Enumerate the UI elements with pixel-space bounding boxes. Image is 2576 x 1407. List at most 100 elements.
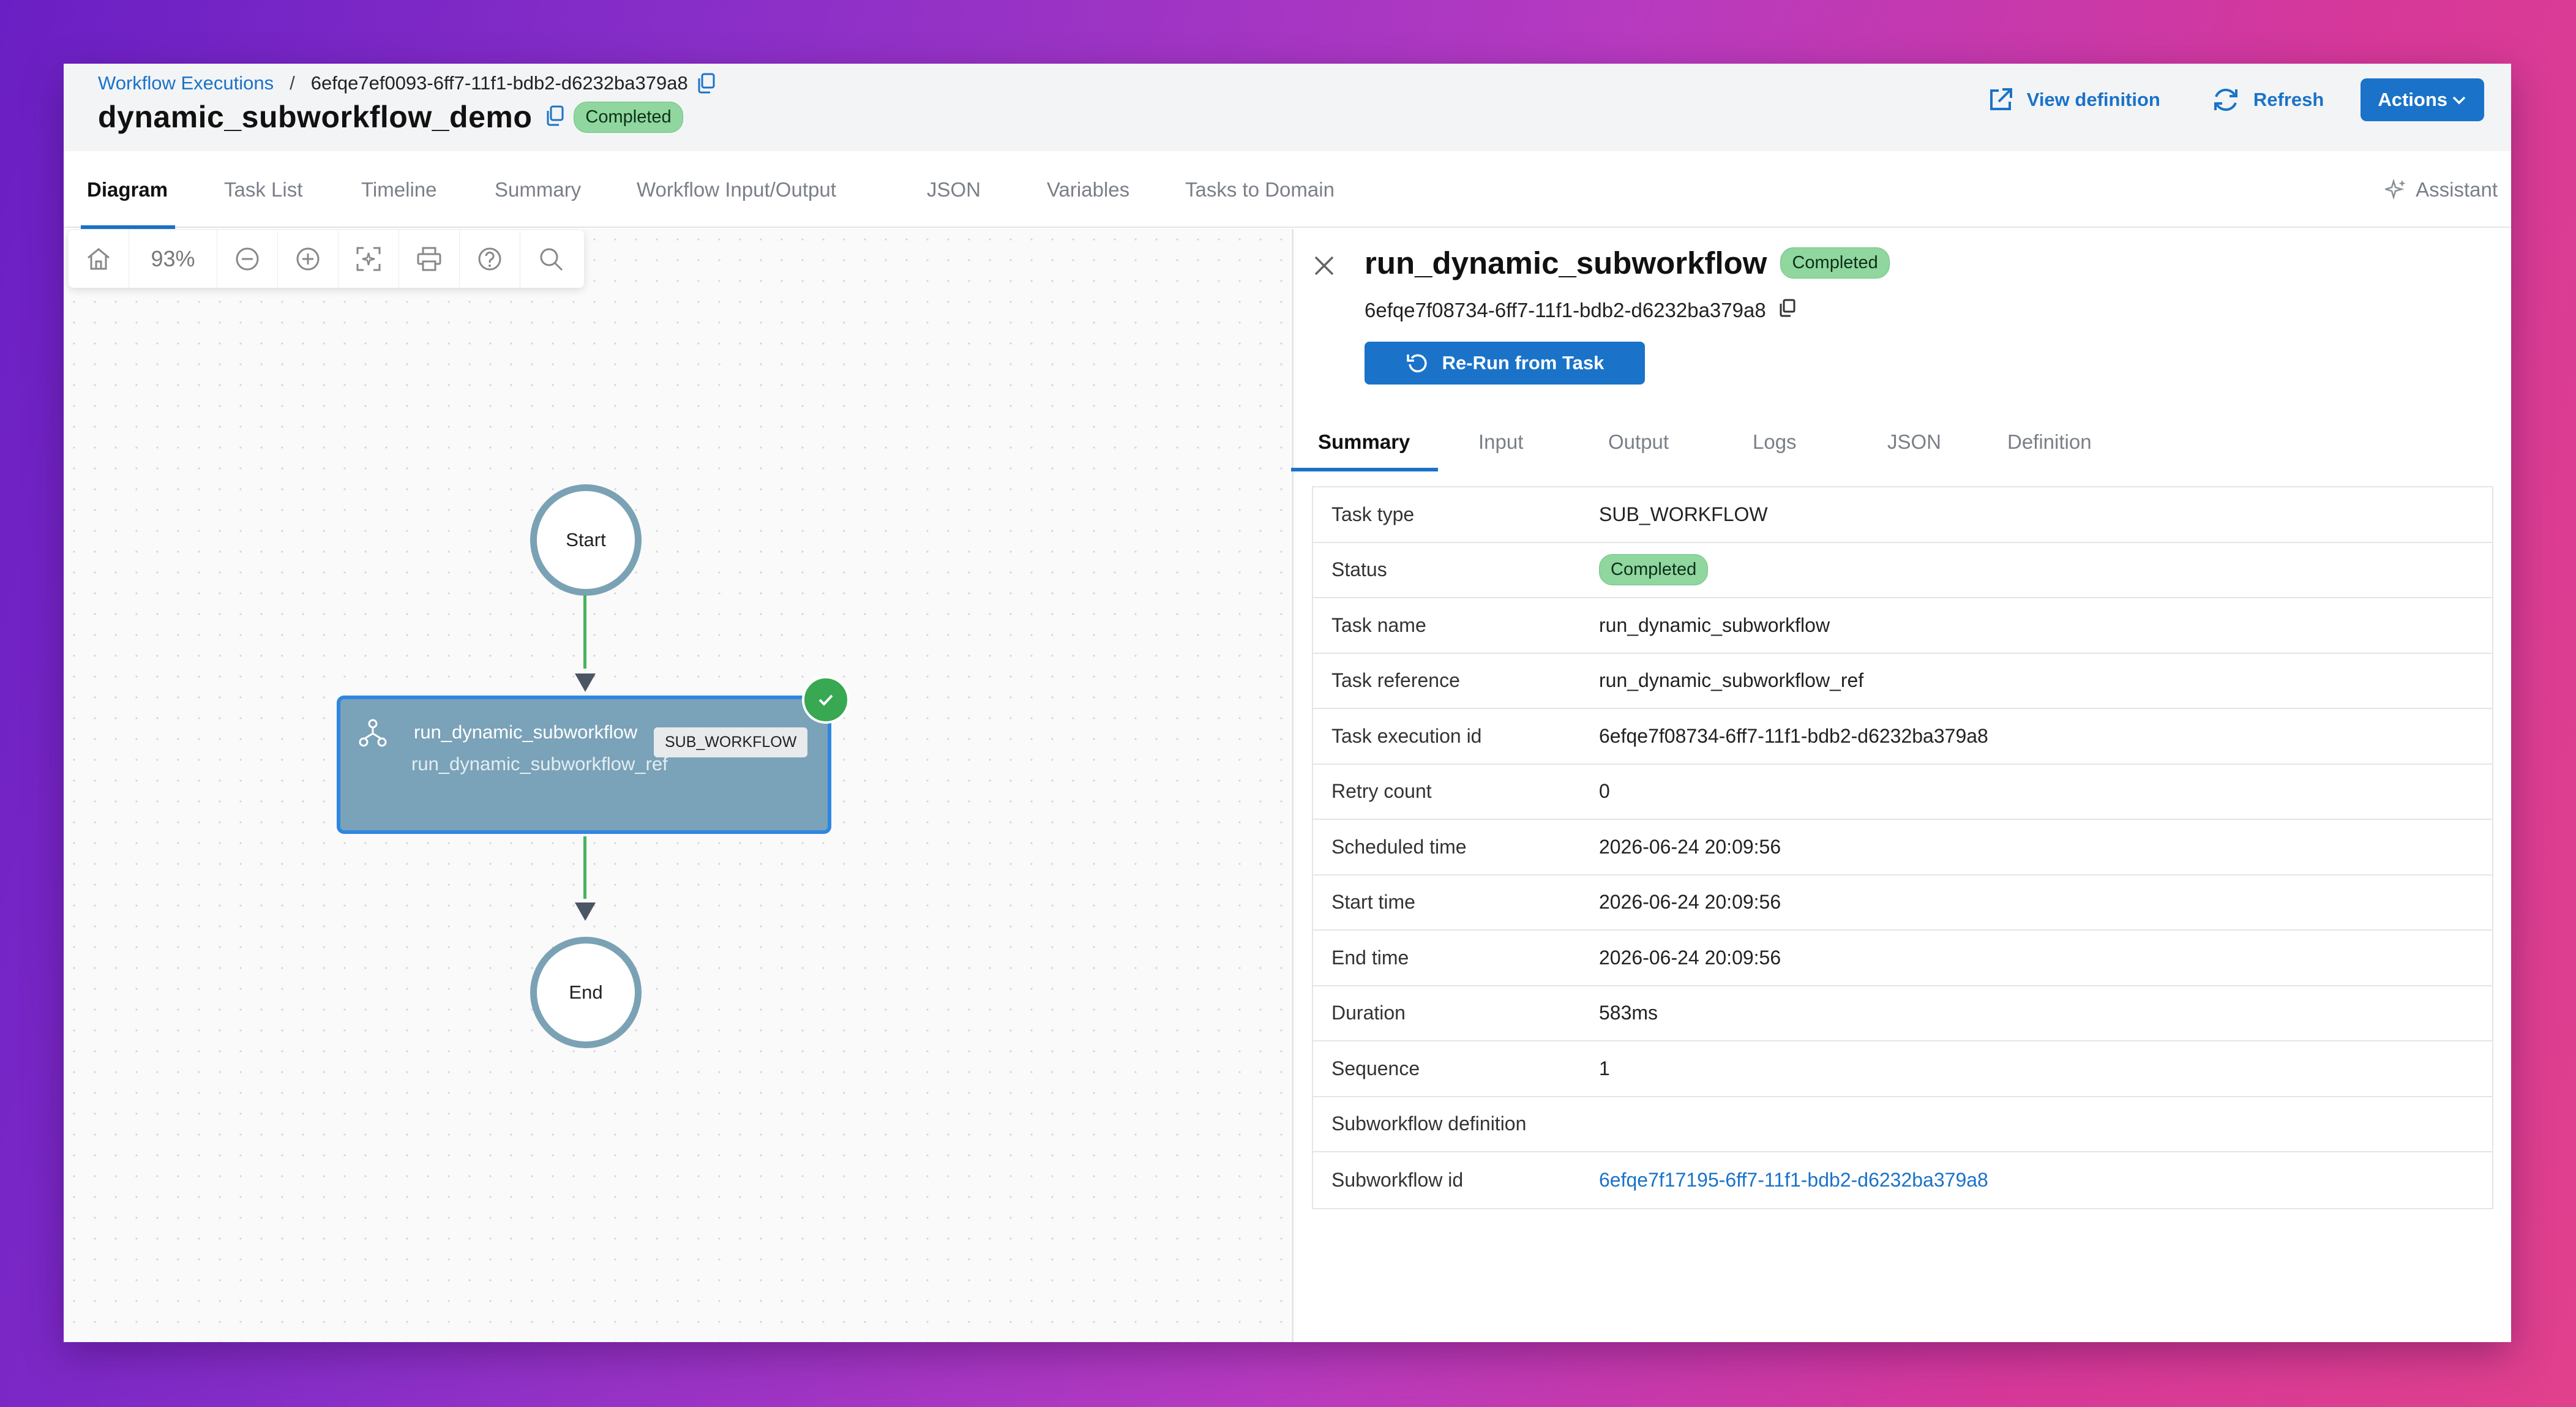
breadcrumb-workflow-executions-link[interactable]: Workflow Executions [98, 72, 274, 94]
refresh-button[interactable]: Refresh [2211, 84, 2324, 115]
tab-summary[interactable]: Summary [495, 151, 581, 228]
summary-table: Task type SUB_WORKFLOW Status Completed … [1312, 486, 2493, 1209]
task-node-name: run_dynamic_subworkflow [414, 721, 638, 743]
rerun-from-task-button[interactable]: Re-Run from Task [1365, 342, 1645, 385]
help-button[interactable] [460, 230, 520, 288]
tab-variables[interactable]: Variables [1047, 151, 1129, 228]
search-icon [540, 248, 563, 271]
row-value: 2026-06-24 20:09:56 [1599, 891, 1781, 914]
copy-icon[interactable] [697, 73, 715, 94]
breadcrumb-execution-id: 6efqe7ef0093-6ff7-11f1-bdb2-d6232ba379a8 [310, 72, 688, 94]
start-node[interactable]: Start [530, 484, 642, 596]
page-header: Workflow Executions / 6efqe7ef0093-6ff7-… [64, 64, 2511, 151]
assistant-button[interactable]: Assistant [2385, 151, 2498, 228]
row-status-badge: Completed [1599, 554, 1709, 586]
rerun-icon [1406, 354, 1427, 373]
panel-tab-input[interactable]: Input [1478, 413, 1523, 471]
header-actions: View definition Refresh Actions [1936, 78, 2484, 121]
row-key: Sequence [1331, 1057, 1420, 1079]
panel-status-badge: Completed [1780, 247, 1890, 279]
panel-tab-json[interactable]: JSON [1887, 413, 1941, 471]
panel-title: run_dynamic_subworkflow [1365, 246, 1767, 280]
refresh-icon [2214, 88, 2237, 111]
end-node-label: End [569, 981, 603, 1003]
workflow-branch-icon [358, 718, 388, 751]
subworkflow-id-link[interactable]: 6efqe7f17195-6ff7-11f1-bdb2-d6232ba379a8 [1599, 1169, 1988, 1191]
row-value: run_dynamic_subworkflow_ref [1599, 669, 1864, 692]
diagram-toolbar: 93% [69, 230, 584, 288]
title-row: dynamic_subworkflow_demo Completed [98, 99, 683, 135]
panel-tab-logs[interactable]: Logs [1753, 413, 1797, 471]
row-key: Duration [1331, 1002, 1406, 1024]
row-value: run_dynamic_subworkflow [1599, 613, 1830, 636]
home-icon [88, 248, 110, 270]
tab-workflow-input-output[interactable]: Workflow Input/Output [637, 151, 836, 228]
print-icon [417, 247, 441, 271]
row-key: Subworkflow id [1331, 1168, 1464, 1191]
chevron-down-icon [2452, 96, 2466, 105]
row-key: Task execution id [1331, 724, 1482, 747]
start-node-label: Start [566, 529, 606, 550]
panel-tab-definition[interactable]: Definition [2007, 413, 2092, 471]
task-type-tag: SUB_WORKFLOW [654, 727, 808, 757]
zoom-in-icon [296, 247, 320, 271]
task-node[interactable]: run_dynamic_subworkflow run_dynamic_subw… [337, 696, 831, 834]
copy-task-id-icon[interactable] [1778, 299, 1795, 322]
task-node-ref: run_dynamic_subworkflow_ref [411, 753, 668, 775]
row-key: Task type [1331, 503, 1415, 525]
row-key: Start time [1331, 891, 1415, 914]
rerun-label: Re-Run from Task [1442, 352, 1604, 373]
diagram-canvas[interactable]: 93% Start run_dynamic_subworkflow run_dy… [64, 229, 1290, 1342]
fit-view-button[interactable] [339, 230, 399, 288]
fit-view-icon [356, 247, 381, 271]
row-value: 1 [1599, 1057, 1610, 1079]
copy-title-icon[interactable] [545, 105, 564, 129]
table-row: Subworkflow definition [1313, 1097, 2492, 1152]
panel-tab-summary[interactable]: Summary [1290, 413, 1439, 471]
edge-task-to-end [583, 836, 586, 899]
row-value: 6efqe7f08734-6ff7-11f1-bdb2-d6232ba379a8 [1599, 724, 1988, 747]
external-link-icon [1990, 88, 2012, 110]
actions-button[interactable]: Actions [2361, 78, 2484, 121]
row-value: 2026-06-24 20:09:56 [1599, 946, 1781, 969]
tab-json[interactable]: JSON [927, 151, 981, 228]
end-node[interactable]: End [530, 937, 642, 1048]
row-key: End time [1331, 946, 1409, 969]
panel-tab-output[interactable]: Output [1608, 413, 1669, 471]
panel-task-id-text: 6efqe7f08734-6ff7-11f1-bdb2-d6232ba379a8 [1365, 299, 1766, 321]
zoom-in-button[interactable] [278, 230, 339, 288]
close-button[interactable] [1312, 253, 1336, 281]
view-definition-button[interactable]: View definition [1986, 86, 2160, 114]
task-detail-panel: run_dynamic_subworkflow Completed 6efqe7… [1290, 229, 2511, 1342]
assistant-label: Assistant [2416, 178, 2498, 201]
table-row: Scheduled time 2026-06-24 20:09:56 [1313, 820, 2492, 876]
table-row: End time 2026-06-24 20:09:56 [1313, 931, 2492, 986]
table-row: Task type SUB_WORKFLOW [1313, 487, 2492, 543]
close-icon [1314, 256, 1334, 276]
view-definition-label: View definition [2026, 89, 2160, 110]
home-button[interactable] [69, 230, 129, 288]
row-value: 2026-06-24 20:09:56 [1599, 835, 1781, 858]
help-icon [478, 247, 501, 271]
edge-arrowhead [575, 673, 596, 692]
row-value: 0 [1599, 780, 1610, 803]
status-badge: Completed [574, 101, 683, 133]
table-row: Task execution id 6efqe7f08734-6ff7-11f1… [1313, 709, 2492, 765]
table-row: Sequence 1 [1313, 1041, 2492, 1097]
panel-task-id: 6efqe7f08734-6ff7-11f1-bdb2-d6232ba379a8 [1365, 299, 1795, 322]
tab-task-list[interactable]: Task List [224, 151, 302, 228]
refresh-label: Refresh [2253, 89, 2324, 110]
print-button[interactable] [399, 230, 460, 288]
row-key: Retry count [1331, 780, 1432, 803]
tab-timeline[interactable]: Timeline [361, 151, 436, 228]
row-key: Subworkflow definition [1331, 1112, 1527, 1135]
table-row: Duration 583ms [1313, 986, 2492, 1041]
row-key: Task name [1331, 613, 1426, 636]
panel-title-row: run_dynamic_subworkflow Completed [1365, 245, 1890, 281]
tab-tasks-to-domain[interactable]: Tasks to Domain [1185, 151, 1335, 228]
zoom-out-button[interactable] [217, 230, 278, 288]
search-button[interactable] [520, 230, 581, 288]
app-window: Workflow Executions / 6efqe7ef0093-6ff7-… [64, 64, 2511, 1342]
breadcrumb-separator: / [290, 72, 295, 94]
tab-diagram[interactable]: Diagram [80, 151, 176, 229]
